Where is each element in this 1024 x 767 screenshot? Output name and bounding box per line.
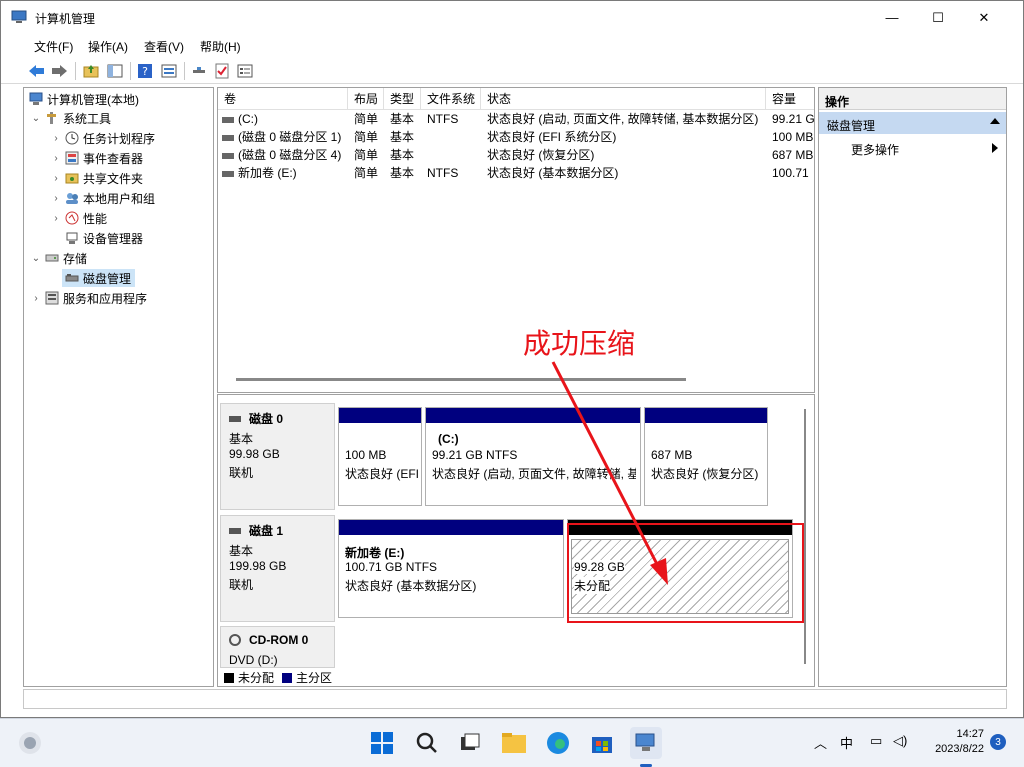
start-icon[interactable] <box>366 727 398 759</box>
clock-time: 14:27 <box>956 728 984 740</box>
ime-indicator[interactable]: 中 <box>840 733 853 752</box>
file-explorer-icon[interactable] <box>498 727 530 759</box>
computer-management-taskbar-icon[interactable] <box>630 727 662 759</box>
annotation-highlight-box <box>567 523 804 623</box>
search-icon[interactable] <box>411 727 443 759</box>
notification-badge[interactable]: 3 <box>990 734 1006 750</box>
taskbar: ︿ 中 ▭ ◁) 14:27 2023/8/22 3 <box>0 718 1024 767</box>
chevron-up-icon[interactable]: ︿ <box>814 733 827 752</box>
clock[interactable]: 14:27 2023/8/22 <box>935 727 984 757</box>
clock-date: 2023/8/22 <box>935 743 984 755</box>
annotation-arrow <box>551 361 668 585</box>
widgets-icon[interactable] <box>14 727 46 759</box>
task-view-icon[interactable] <box>454 727 486 759</box>
volume-icon[interactable]: ◁) <box>893 733 907 749</box>
edge-icon[interactable] <box>542 727 574 759</box>
network-icon[interactable]: ▭ <box>870 733 882 749</box>
store-icon[interactable] <box>586 727 618 759</box>
